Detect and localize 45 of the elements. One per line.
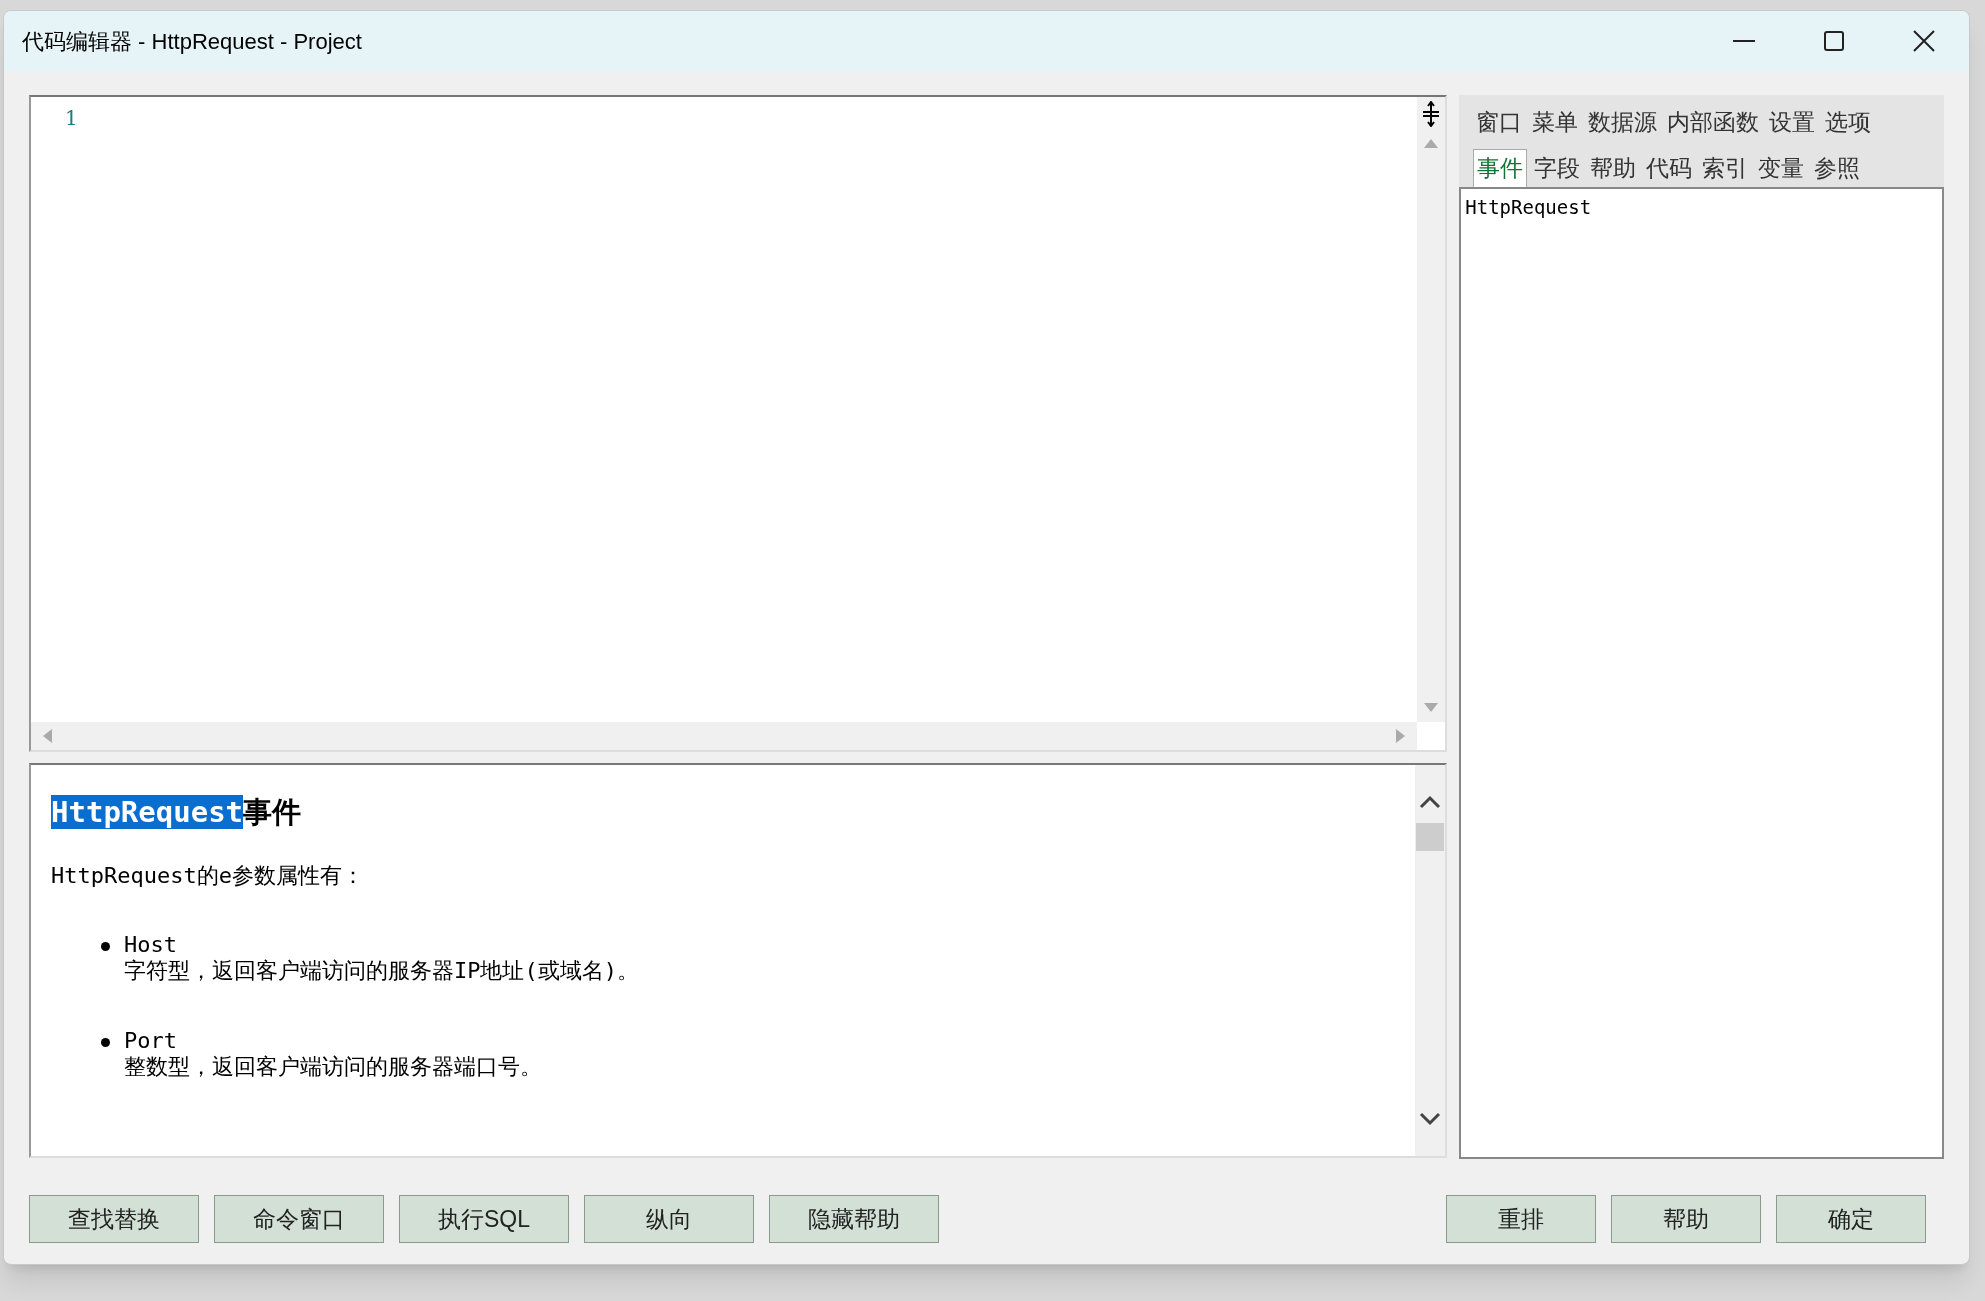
- bullet-icon: [101, 942, 110, 951]
- scroll-up-icon[interactable]: [1419, 795, 1442, 809]
- property-description: 字符型，返回客户端访问的服务器IP地址(或域名)。: [124, 958, 639, 984]
- vertical-scrollbar[interactable]: [1417, 97, 1446, 722]
- close-icon: [1913, 30, 1935, 52]
- tab[interactable]: 窗口: [1473, 103, 1526, 141]
- help-paragraph: HttpRequest的e参数属性有：: [51, 862, 364, 890]
- action-button[interactable]: 查找替换: [29, 1195, 199, 1243]
- heading-text: 事件: [243, 795, 302, 829]
- tab[interactable]: 字段: [1531, 149, 1584, 187]
- tab[interactable]: 索引: [1699, 149, 1752, 187]
- object-list[interactable]: HttpRequest: [1459, 187, 1944, 1159]
- tab[interactable]: 设置: [1766, 103, 1819, 141]
- bullet-icon: [101, 1038, 110, 1047]
- tab[interactable]: 内部函数: [1664, 103, 1763, 141]
- action-button[interactable]: 确定: [1776, 1195, 1926, 1243]
- scroll-down-icon[interactable]: [1419, 1112, 1442, 1126]
- horizontal-scrollbar[interactable]: [31, 722, 1418, 750]
- action-button[interactable]: 纵向: [584, 1195, 754, 1243]
- action-button[interactable]: 帮助: [1611, 1195, 1761, 1243]
- scroll-left-icon[interactable]: [41, 728, 53, 744]
- tab[interactable]: 代码: [1643, 149, 1696, 187]
- maximize-icon: [1824, 31, 1844, 51]
- split-handle-icon[interactable]: [1421, 101, 1442, 127]
- tab[interactable]: 参照: [1811, 149, 1864, 187]
- minimize-icon: [1733, 40, 1755, 42]
- tab[interactable]: 变量: [1755, 149, 1808, 187]
- list-item[interactable]: HttpRequest: [1465, 193, 1592, 222]
- property-name: Port: [124, 1028, 177, 1054]
- action-button[interactable]: 重排: [1446, 1195, 1596, 1243]
- line-number: 1: [65, 105, 78, 132]
- tab[interactable]: 菜单: [1529, 103, 1582, 141]
- action-button[interactable]: 隐藏帮助: [769, 1195, 939, 1243]
- action-button[interactable]: 执行SQL: [399, 1195, 569, 1243]
- help-scrollbar[interactable]: [1415, 765, 1446, 1156]
- scroll-thumb[interactable]: [1416, 823, 1445, 851]
- tab[interactable]: 事件: [1473, 149, 1528, 187]
- tab[interactable]: 数据源: [1585, 103, 1661, 141]
- action-button[interactable]: 命令窗口: [214, 1195, 384, 1243]
- property-name: Host: [124, 932, 177, 958]
- property-description: 整数型，返回客户端访问的服务器端口号。: [124, 1054, 542, 1080]
- code-editor[interactable]: 1: [29, 95, 1448, 752]
- tab[interactable]: 帮助: [1587, 149, 1640, 187]
- window-title: 代码编辑器 - HttpRequest - Project: [22, 27, 363, 56]
- tab[interactable]: 选项: [1822, 103, 1875, 141]
